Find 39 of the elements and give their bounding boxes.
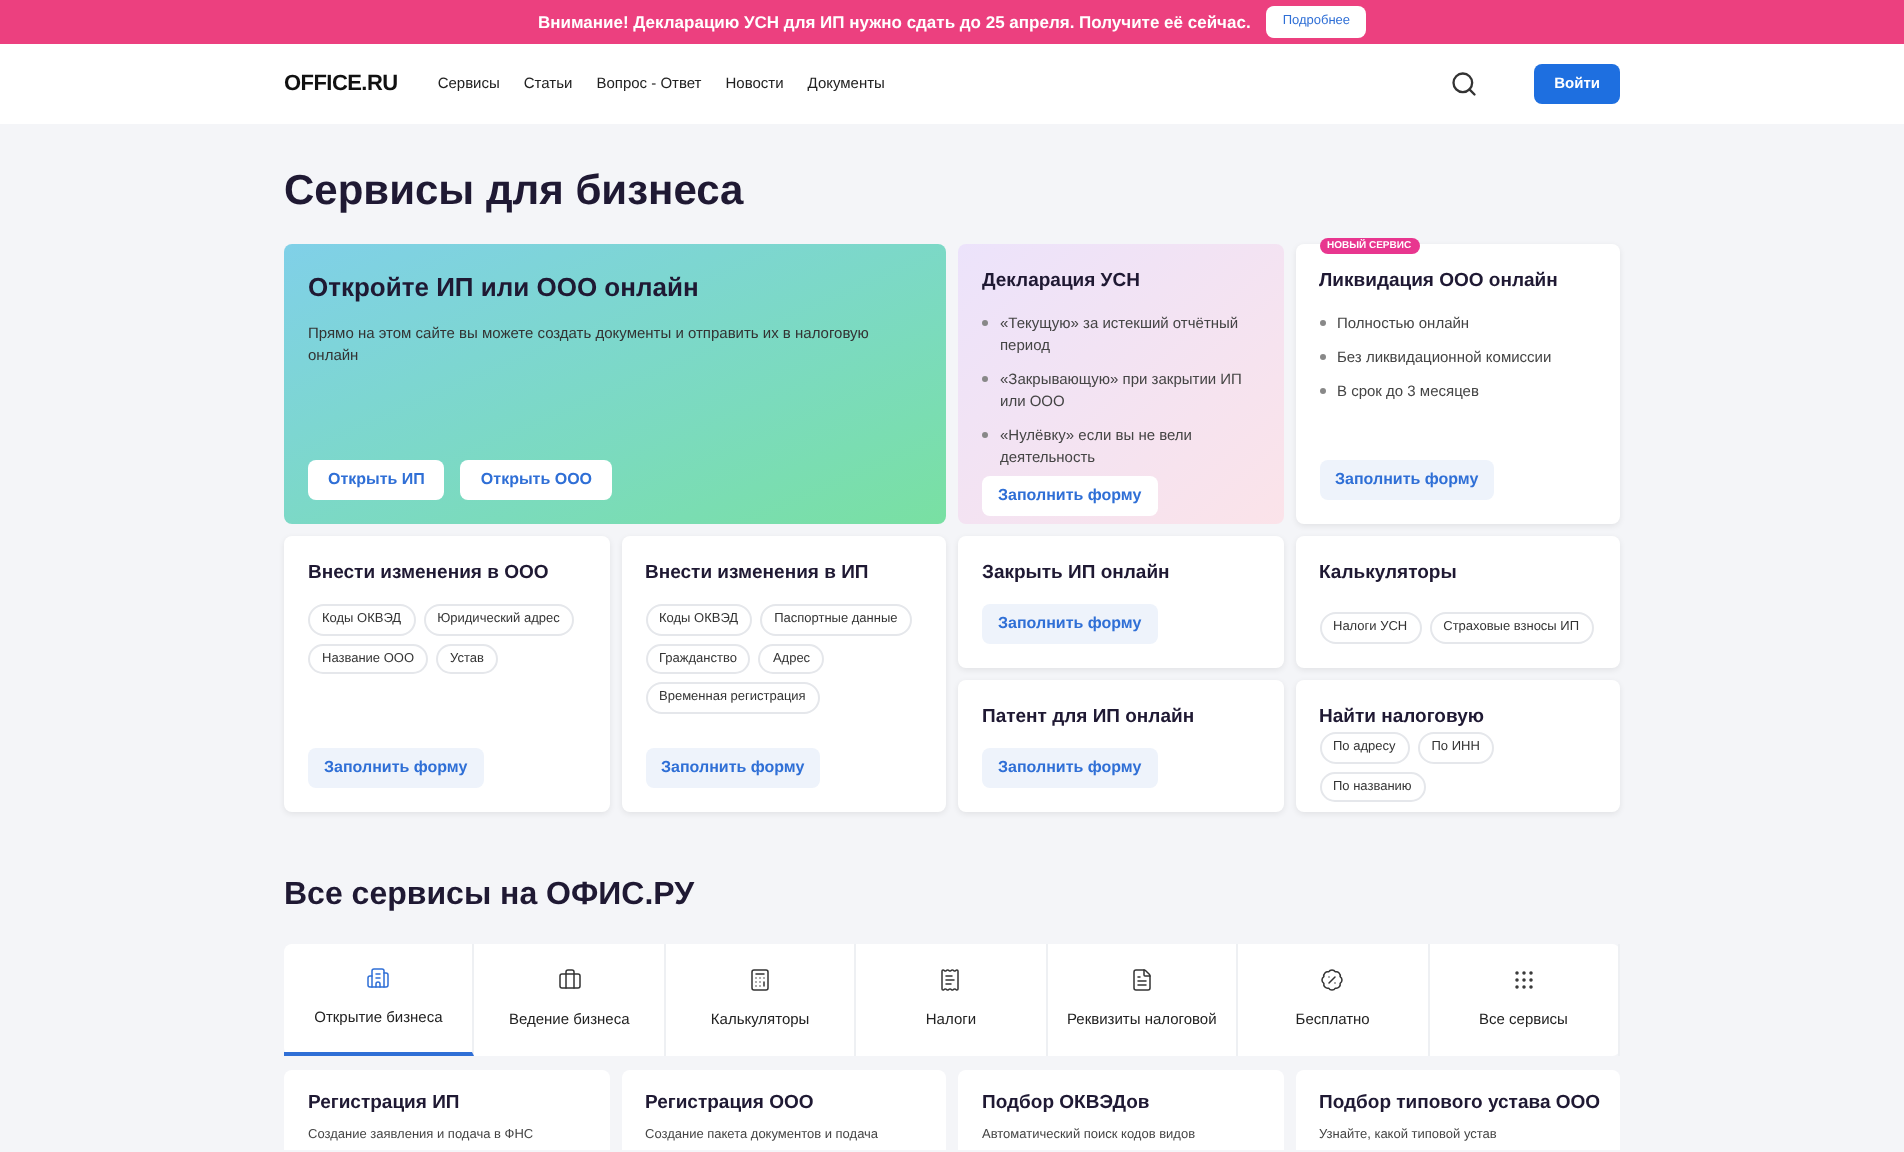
grid-icon	[1511, 967, 1536, 992]
receipt-icon	[938, 967, 963, 992]
percent-icon	[1320, 967, 1345, 992]
building-icon	[366, 965, 391, 990]
hero-title: Откройте ИП или ООО онлайн	[308, 269, 701, 306]
card-title: Найти налоговую	[1319, 703, 1486, 731]
search-icon[interactable]	[1450, 70, 1479, 98]
fill-form-button[interactable]: Заполнить форму	[982, 747, 1158, 787]
logo[interactable]: OFFICE.RU	[284, 67, 398, 101]
fill-form-button[interactable]: Заполнить форму	[308, 747, 484, 787]
open-button[interactable]: Открыть ИП	[308, 459, 445, 499]
card-title: Закрыть ИП онлайн	[982, 559, 1172, 587]
card-title: Подбор ОКВЭДов	[982, 1089, 1152, 1117]
fill-form-button[interactable]: Заполнить форму	[1319, 459, 1495, 499]
page-title: Сервисы для бизнеса	[284, 166, 746, 218]
calculator-icon	[748, 967, 773, 992]
card-title: Регистрация ИП	[308, 1089, 462, 1117]
card-title: Регистрация ООО	[645, 1089, 816, 1117]
bullet-icon	[982, 431, 988, 438]
card-title: Внести изменения в ООО	[308, 559, 551, 587]
card-title: Внести изменения в ИП	[645, 559, 871, 587]
open-button[interactable]: Открыть ООО	[460, 459, 613, 499]
card-title: Калькуляторы	[1319, 559, 1459, 587]
bullet-icon	[1319, 319, 1325, 326]
bullet-icon	[982, 319, 988, 326]
card-title: Декларация УСН	[982, 267, 1142, 295]
bullet-icon	[1319, 353, 1325, 360]
briefcase-icon	[557, 967, 582, 992]
fill-form-button[interactable]: Заполнить форму	[982, 475, 1158, 516]
document-icon	[1129, 967, 1154, 992]
section-title: Все сервисы на ОФИС.РУ	[284, 875, 697, 915]
card-title: Патент для ИП онлайн	[982, 703, 1197, 731]
fill-form-button[interactable]: Заполнить форму	[982, 603, 1158, 643]
bullet-icon	[1319, 387, 1325, 394]
bullet-icon	[982, 375, 988, 382]
fill-form-button[interactable]: Заполнить форму	[645, 747, 821, 787]
card-title: Ликвидация ООО онлайн	[1319, 267, 1560, 295]
banner-text: Внимание! Декларацию УСН для ИП нужно сдать до 25 апреля. Получите её сейчас.	[537, 9, 1251, 35]
card-title: Подбор типового устава ООО	[1319, 1089, 1596, 1117]
